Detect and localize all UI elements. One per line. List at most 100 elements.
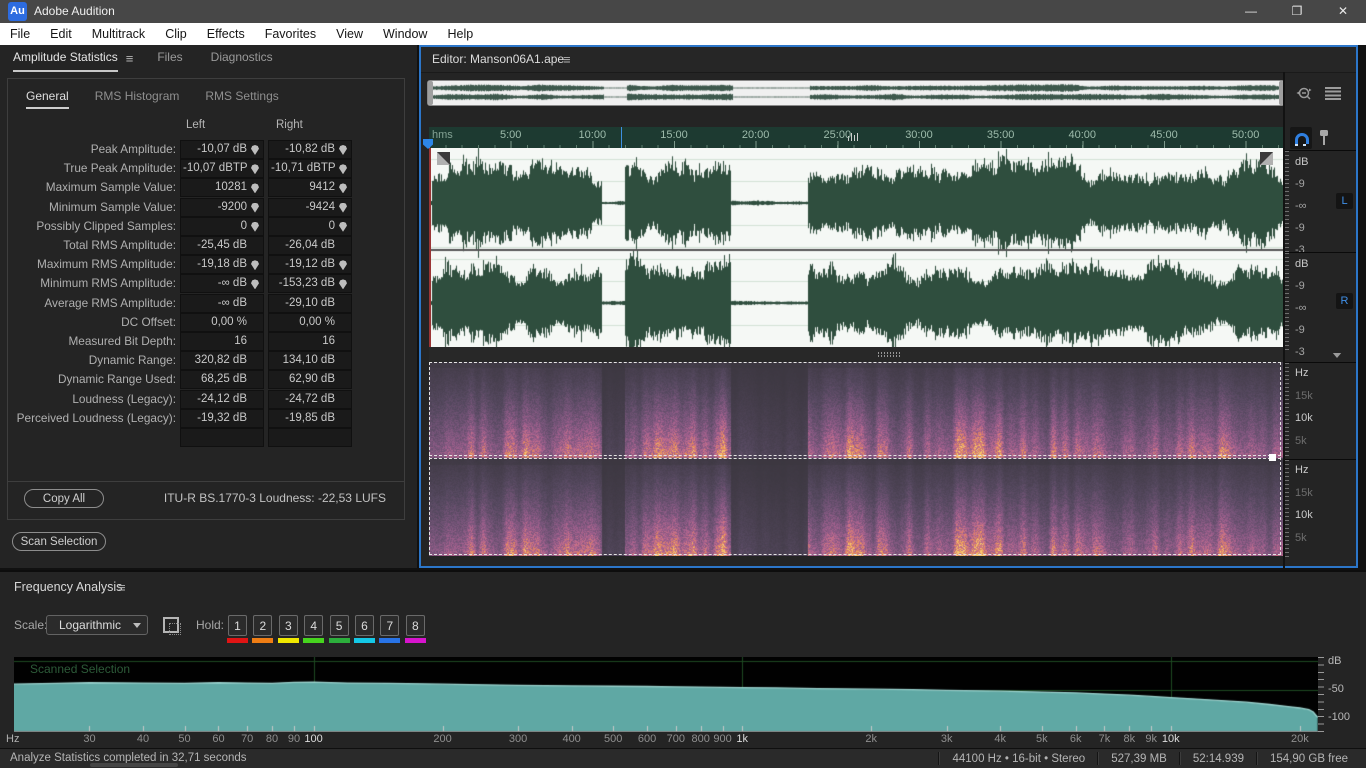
menu-clip[interactable]: Clip [155, 23, 197, 45]
menu-effects[interactable]: Effects [197, 23, 255, 45]
marker-pin-icon[interactable] [339, 145, 347, 155]
hold-button-2[interactable]: 2 [253, 615, 273, 636]
frequency-panel-title[interactable]: Frequency Analysis [14, 580, 122, 594]
hz-tick-label: 50 [178, 733, 191, 745]
tab-amplitude-statistics[interactable]: Amplitude Statistics [13, 45, 118, 72]
channel-splitter[interactable] [429, 347, 1283, 362]
stat-row-label: Measured Bit Depth: [68, 334, 176, 348]
restore-button[interactable]: ❐ [1274, 0, 1320, 23]
fade-out-handle-icon[interactable] [1260, 152, 1273, 165]
scan-selection-button[interactable]: Scan Selection [12, 532, 106, 551]
menu-edit[interactable]: Edit [40, 23, 82, 45]
hz-tick-label: 400 [562, 733, 581, 745]
stat-row-label: Total RMS Amplitude: [63, 238, 176, 252]
frequency-plot[interactable] [14, 657, 1318, 732]
marker-pin-icon[interactable] [251, 279, 259, 290]
hold-button-3[interactable]: 3 [278, 615, 298, 636]
editor-tab[interactable]: Editor: Manson06A1.ape [432, 47, 564, 72]
menu-help[interactable]: Help [437, 23, 483, 45]
marker-pin-icon[interactable] [339, 260, 347, 271]
menu-window[interactable]: Window [373, 23, 437, 45]
splitter-grip-icon[interactable] [878, 352, 900, 354]
marker-pin-icon[interactable] [251, 164, 259, 175]
hold-button-1[interactable]: 1 [228, 615, 247, 636]
tab-diagnostics[interactable]: Diagnostics [211, 45, 273, 72]
status-bar: Analyze Statistics completed in 32,71 se… [0, 748, 1366, 768]
stats-content: General RMS Histogram RMS Settings Left Ri… [7, 78, 405, 520]
hold-button-8[interactable]: 8 [405, 615, 425, 636]
marker-pin-icon[interactable] [339, 221, 347, 232]
amplitude-statistics-panel: Amplitude Statistics ≡ Files Diagnostics Ge… [0, 45, 417, 568]
overview-left-handle[interactable] [428, 81, 433, 105]
status-item: 44100 Hz • 16-bit • Stereo [952, 752, 1086, 765]
timeline-tick-label: 25:00 [823, 129, 852, 141]
scale-dropdown[interactable]: Logarithmic [46, 615, 148, 635]
timeline-tick-label: 30:00 [905, 129, 933, 141]
zoom-navigate-icon[interactable] [1295, 85, 1315, 103]
hz-tick-label: 5k [1035, 733, 1048, 745]
copy-selection-icon[interactable] [163, 617, 181, 635]
overview-scrollbar[interactable] [427, 80, 1285, 106]
stat-value-cell-right: -10,82 dB [268, 140, 352, 159]
scale-tick-label: 10k [1295, 509, 1313, 521]
stats-panel-menu-icon[interactable]: ≡ [126, 51, 134, 66]
fade-in-handle-icon[interactable] [437, 152, 450, 165]
marker-pin-icon[interactable] [339, 202, 347, 213]
scale-tick-label: -9 [1295, 324, 1305, 336]
stat-value-cell-right: 134,10 dB [268, 351, 352, 371]
scale-label: Scale: [14, 618, 48, 632]
marker-pin-icon[interactable] [251, 145, 259, 155]
hold-button-7[interactable]: 7 [380, 615, 400, 636]
left-channel-badge[interactable]: L [1336, 193, 1353, 209]
stat-row-label: Maximum Sample Value: [45, 180, 176, 195]
hold-color-bar [252, 638, 274, 643]
marker-pin-icon[interactable] [1317, 129, 1331, 147]
snap-magnet-button[interactable] [1290, 127, 1312, 149]
marker-pin-icon[interactable] [251, 202, 259, 213]
hold-button-4[interactable]: 4 [304, 615, 324, 636]
splitter-grip-icon[interactable] [878, 355, 900, 357]
marker-pin-icon[interactable] [339, 183, 347, 194]
hold-button-5[interactable]: 5 [329, 615, 349, 636]
title-bar: Au Adobe Audition — ❐ ✕ [0, 0, 1366, 23]
status-scrollbar-thumb[interactable] [90, 763, 178, 767]
frequency-analysis-panel: Frequency Analysis ≡ Scale: Logarithmic … [0, 570, 1366, 748]
minimize-button[interactable]: — [1228, 0, 1274, 23]
playhead-line[interactable] [429, 148, 431, 347]
timeline-ruler[interactable]: hms 5:00 10:00 15:00 20:00 25:00 30:00 35:00 40… [429, 127, 1283, 149]
marker-pin-icon[interactable] [251, 183, 259, 194]
scale-tick-label: Hz [1295, 464, 1309, 476]
editor-panel-menu-icon[interactable]: ≡ [563, 47, 571, 72]
waveform-display[interactable] [429, 148, 1283, 347]
close-button[interactable]: ✕ [1320, 0, 1366, 23]
editor-layout-icon[interactable] [1325, 87, 1341, 100]
menu-file[interactable]: File [0, 23, 40, 45]
hold-button-6[interactable]: 6 [355, 615, 374, 636]
frequency-panel-menu-icon[interactable]: ≡ [118, 580, 126, 595]
stat-value: 68,25 dB [200, 373, 247, 386]
stat-value: 320,82 dB [194, 354, 247, 367]
overview-waveform[interactable] [431, 82, 1283, 104]
marker-pin-icon[interactable] [251, 221, 259, 232]
right-channel-badge[interactable]: R [1336, 293, 1353, 309]
selection-resize-handle[interactable] [1269, 454, 1276, 461]
timeline-tick-label: 45:00 [1150, 129, 1178, 141]
stat-value-cell-left: -19,18 dB [180, 255, 264, 275]
stat-value-cell-right: -10,71 dBTP [268, 159, 352, 179]
tab-files[interactable]: Files [157, 45, 182, 72]
db-axis-label: dB [1328, 655, 1342, 667]
spectral-selection-divider [429, 455, 1281, 456]
scanned-selection-label: Scanned Selection [30, 662, 131, 676]
menu-multitrack[interactable]: Multitrack [82, 23, 155, 45]
timeline-marker-line[interactable] [621, 127, 622, 149]
marker-pin-icon[interactable] [339, 279, 347, 290]
menu-favorites[interactable]: Favorites [255, 23, 326, 45]
app-logo-icon: Au [8, 2, 27, 21]
marker-pin-icon[interactable] [251, 260, 259, 271]
menu-view[interactable]: View [326, 23, 373, 45]
copy-all-button[interactable]: Copy All [24, 489, 104, 508]
scale-tick-label: -3 [1295, 346, 1305, 358]
hz-tick-label: 70 [241, 733, 254, 745]
marker-pin-icon[interactable] [339, 164, 347, 175]
frequency-plot-canvas[interactable] [14, 657, 1318, 732]
